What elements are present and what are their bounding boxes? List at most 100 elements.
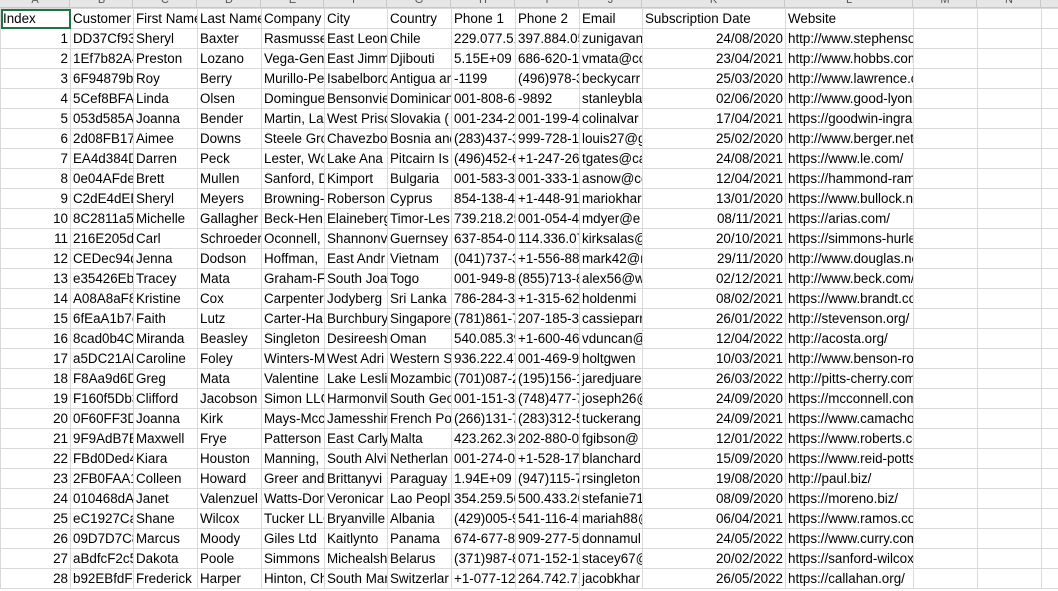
table-cell[interactable]: Peck bbox=[197, 148, 262, 169]
table-cell[interactable]: 264.742.71 bbox=[515, 568, 580, 589]
table-cell[interactable] bbox=[977, 468, 1042, 489]
table-cell[interactable]: 14 bbox=[0, 288, 71, 309]
table-cell[interactable] bbox=[913, 488, 978, 509]
table-cell[interactable]: Frederick bbox=[133, 568, 198, 589]
table-cell[interactable] bbox=[977, 108, 1042, 129]
table-cell[interactable]: 5.15E+09 bbox=[451, 48, 516, 69]
table-cell[interactable]: colinalvar bbox=[579, 108, 643, 129]
table-cell[interactable]: https://www.roberts.com/ bbox=[785, 428, 914, 449]
table-cell[interactable] bbox=[913, 208, 978, 229]
table-cell[interactable]: Roy bbox=[133, 68, 198, 89]
table-cell[interactable]: (496)452-6 bbox=[451, 148, 516, 169]
table-cell[interactable]: Steele Gro bbox=[261, 128, 325, 149]
table-cell[interactable]: West Adri bbox=[324, 348, 388, 369]
table-cell[interactable]: Bryanville bbox=[324, 508, 388, 529]
table-cell[interactable]: 26/01/2022 bbox=[642, 308, 786, 329]
table-cell[interactable]: 24 bbox=[0, 488, 71, 509]
table-cell[interactable] bbox=[977, 308, 1042, 329]
column-letter-h[interactable]: H bbox=[451, 0, 515, 7]
header-cell[interactable]: Customer bbox=[70, 8, 134, 29]
table-cell[interactable]: Brett bbox=[133, 168, 198, 189]
table-cell[interactable] bbox=[913, 148, 978, 169]
table-cell[interactable] bbox=[977, 128, 1042, 149]
header-cell[interactable]: City bbox=[324, 8, 388, 29]
table-cell[interactable]: Simon LLC bbox=[261, 388, 325, 409]
table-cell[interactable]: Olsen bbox=[197, 88, 262, 109]
table-cell[interactable]: (748)477-7 bbox=[515, 388, 580, 409]
table-cell[interactable]: 23/04/2021 bbox=[642, 48, 786, 69]
table-cell[interactable] bbox=[913, 268, 978, 289]
table-cell[interactable]: F160f5Db3 bbox=[70, 388, 134, 409]
table-cell[interactable]: 20 bbox=[0, 408, 71, 429]
table-cell[interactable]: (496)978-3 bbox=[515, 68, 580, 89]
table-cell[interactable] bbox=[1041, 68, 1058, 89]
column-letter-l[interactable]: L bbox=[785, 0, 913, 7]
table-cell[interactable]: Dominican bbox=[387, 88, 452, 109]
table-cell[interactable]: Joanna bbox=[133, 108, 198, 129]
table-cell[interactable]: East Jimm bbox=[324, 48, 388, 69]
table-cell[interactable]: Aimee bbox=[133, 128, 198, 149]
table-cell[interactable]: 25/02/2020 bbox=[642, 128, 786, 149]
table-cell[interactable]: CEDec94d bbox=[70, 248, 134, 269]
table-cell[interactable] bbox=[913, 48, 978, 69]
table-cell[interactable]: Brittanyvi bbox=[324, 468, 388, 489]
table-cell[interactable]: donnamul bbox=[579, 528, 643, 549]
table-cell[interactable] bbox=[1041, 408, 1058, 429]
table-cell[interactable]: +1-528-17 bbox=[515, 448, 580, 469]
table-cell[interactable]: 10 bbox=[0, 208, 71, 229]
table-cell[interactable]: Lake Ana bbox=[324, 148, 388, 169]
table-cell[interactable]: Foley bbox=[197, 348, 262, 369]
table-cell[interactable]: (429)005-9 bbox=[451, 508, 516, 529]
table-cell[interactable]: Dakota bbox=[133, 548, 198, 569]
table-cell[interactable]: http://acosta.org/ bbox=[785, 328, 914, 349]
table-cell[interactable]: 1Ef7b82A4 bbox=[70, 48, 134, 69]
table-cell[interactable]: 053d585Al bbox=[70, 108, 134, 129]
table-cell[interactable]: Faith bbox=[133, 308, 198, 329]
table-cell[interactable]: Downs bbox=[197, 128, 262, 149]
table-cell[interactable] bbox=[1041, 268, 1058, 289]
table-cell[interactable]: 17/04/2021 bbox=[642, 108, 786, 129]
table-cell[interactable] bbox=[977, 48, 1042, 69]
table-cell[interactable]: Greg bbox=[133, 368, 198, 389]
table-cell[interactable] bbox=[913, 128, 978, 149]
table-cell[interactable]: 909-277-54 bbox=[515, 528, 580, 549]
table-cell[interactable]: Marcus bbox=[133, 528, 198, 549]
table-cell[interactable]: 20/10/2021 bbox=[642, 228, 786, 249]
table-cell[interactable]: 0F60FF3D bbox=[70, 408, 134, 429]
table-cell[interactable]: (266)131-7 bbox=[451, 408, 516, 429]
table-cell[interactable]: Mullen bbox=[197, 168, 262, 189]
table-cell[interactable]: 2 bbox=[0, 48, 71, 69]
header-cell[interactable]: Subscription Date bbox=[642, 8, 786, 29]
table-cell[interactable]: Mata bbox=[197, 268, 262, 289]
table-cell[interactable]: Berry bbox=[197, 68, 262, 89]
table-cell[interactable] bbox=[1041, 568, 1058, 589]
header-cell[interactable]: Phone 1 bbox=[451, 8, 516, 29]
table-cell[interactable]: 2d08FB17E bbox=[70, 128, 134, 149]
table-cell[interactable]: 26/03/2022 bbox=[642, 368, 786, 389]
header-cell[interactable]: Last Name bbox=[197, 8, 262, 29]
table-cell[interactable]: Western S bbox=[387, 348, 452, 369]
table-cell[interactable] bbox=[977, 88, 1042, 109]
table-cell[interactable]: 686-620-18 bbox=[515, 48, 580, 69]
table-cell[interactable]: vduncan@ bbox=[579, 328, 643, 349]
table-cell[interactable] bbox=[977, 388, 1042, 409]
table-cell[interactable]: 24/08/2021 bbox=[642, 148, 786, 169]
column-letter-g[interactable]: G bbox=[387, 0, 451, 7]
table-cell[interactable]: Simmons bbox=[261, 548, 325, 569]
table-cell[interactable]: FBd0Ded4 bbox=[70, 448, 134, 469]
table-cell[interactable]: Valentine bbox=[261, 368, 325, 389]
table-cell[interactable]: 3 bbox=[0, 68, 71, 89]
table-cell[interactable]: Mozambic bbox=[387, 368, 452, 389]
table-cell[interactable]: Darren bbox=[133, 148, 198, 169]
table-cell[interactable]: http://www.benson-roth.com/ bbox=[785, 348, 914, 369]
table-cell[interactable] bbox=[913, 388, 978, 409]
table-cell[interactable]: https://hammond-ramsey.com/ bbox=[785, 168, 914, 189]
table-cell[interactable]: 15/09/2020 bbox=[642, 448, 786, 469]
table-cell[interactable]: 29/11/2020 bbox=[642, 248, 786, 269]
table-cell[interactable] bbox=[913, 228, 978, 249]
table-cell[interactable]: 26/05/2022 bbox=[642, 568, 786, 589]
table-cell[interactable]: C2dE4dEE bbox=[70, 188, 134, 209]
table-cell[interactable]: Caroline bbox=[133, 348, 198, 369]
header-cell[interactable] bbox=[913, 8, 978, 29]
table-cell[interactable]: Albania bbox=[387, 508, 452, 529]
